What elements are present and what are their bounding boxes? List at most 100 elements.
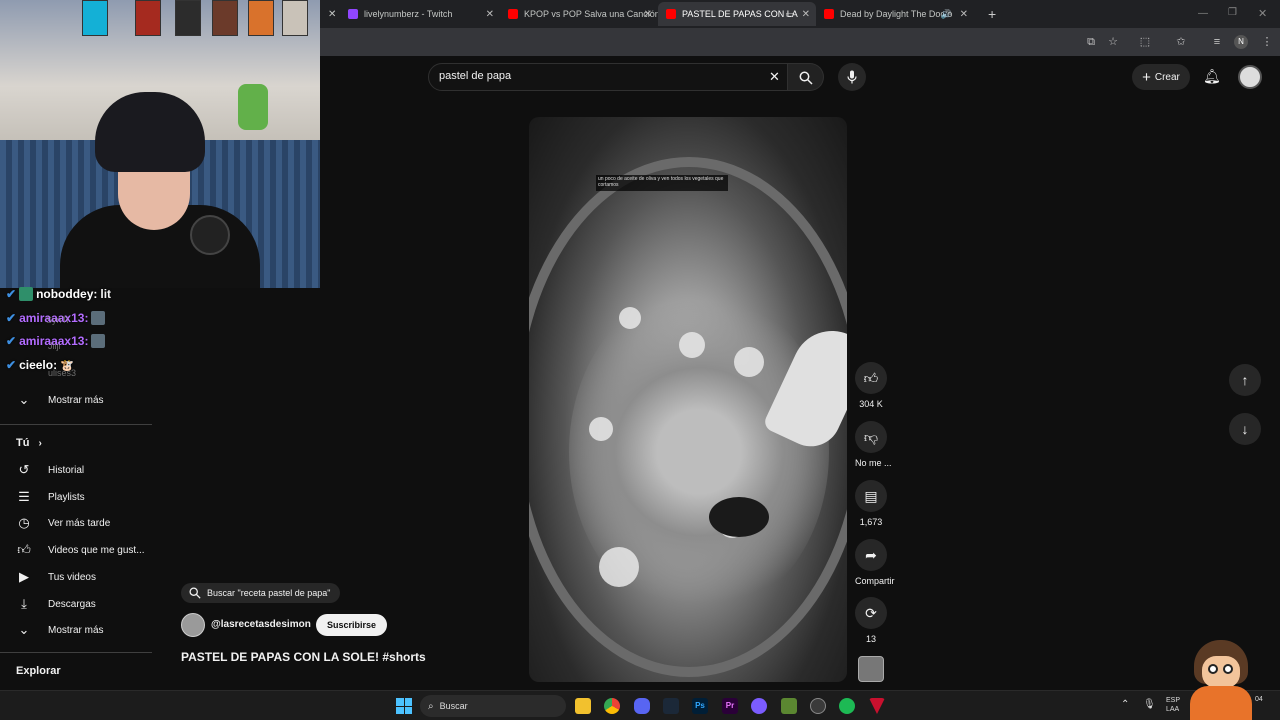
search-button[interactable]: [788, 63, 824, 91]
share-action[interactable]: ➦ Compartir: [855, 539, 895, 586]
minimize-icon[interactable]: —: [1198, 8, 1208, 19]
install-app-icon[interactable]: ⧉: [1084, 35, 1098, 49]
language-code: ESP: [1166, 697, 1181, 704]
share-icon[interactable]: ➦: [855, 539, 887, 571]
taskbar-search[interactable]: ⌕ Buscar: [420, 695, 566, 717]
ghost-sidebar-name: SynTi: [46, 315, 69, 325]
sidebar-item-label: Descargas: [48, 598, 96, 610]
tab-dead-by-daylight[interactable]: Dead by Daylight The Docto 🔊 ✕: [816, 2, 974, 26]
valorant-icon[interactable]: [869, 698, 885, 714]
search-input[interactable]: [439, 70, 759, 82]
sidebar-item-your-videos[interactable]: ▶ Tus videos: [16, 565, 96, 589]
subscribe-button[interactable]: Suscribirse: [316, 614, 388, 636]
sidebar-show-more-subscriptions[interactable]: ⌄ Mostrar más: [16, 388, 104, 412]
like-count: 304 K: [859, 399, 883, 409]
menu-icon[interactable]: ⋮: [1260, 35, 1274, 49]
chevron-up-icon[interactable]: ⌃: [1121, 699, 1129, 710]
clock-icon: ◷: [18, 515, 30, 530]
obs-icon[interactable]: [810, 698, 826, 714]
wall-poster: [175, 0, 201, 36]
remix-action[interactable]: ⟳ 13: [855, 597, 887, 644]
minecraft-icon[interactable]: [781, 698, 797, 714]
bookmark-star-icon[interactable]: ☆: [1106, 35, 1120, 49]
close-icon[interactable]: ✕: [802, 9, 810, 20]
sidebar-show-more-you[interactable]: ⌄ Mostrar más: [16, 618, 104, 642]
close-icon[interactable]: ✕: [644, 9, 652, 20]
tab-twitch[interactable]: livelynumberz - Twitch ✕: [340, 2, 500, 26]
create-button[interactable]: + Crear: [1132, 64, 1190, 90]
chevron-down-icon: ⌄: [18, 392, 30, 407]
sidebar-heading-label: Tú: [16, 437, 30, 449]
sidebar-item-playlists[interactable]: ☰ Playlists: [16, 485, 85, 509]
notifications-bell-icon[interactable]: 🔔︎: [1203, 68, 1221, 85]
steam-icon[interactable]: [663, 698, 679, 714]
discord-icon[interactable]: [634, 698, 650, 714]
profile-avatar[interactable]: N: [1234, 35, 1248, 49]
sound-thumbnail[interactable]: [858, 656, 884, 682]
tab-kpop[interactable]: KPOP vs POP Salva una Canción ✕: [500, 2, 658, 26]
photoshop-icon[interactable]: Ps: [692, 698, 708, 714]
ghost-sidebar-name: Jiiji: [48, 341, 61, 351]
voice-search-button[interactable]: [838, 63, 866, 91]
sidebar-item-watch-later[interactable]: ◷ Ver más tarde: [16, 511, 110, 535]
thumb-up-icon[interactable]: 👍︎: [855, 362, 887, 394]
windows-start-icon[interactable]: [396, 698, 412, 714]
new-tab-button[interactable]: +: [980, 2, 1000, 26]
clear-search-icon[interactable]: ✕: [769, 69, 780, 85]
search-icon: [189, 587, 201, 599]
chevron-right-icon: ›: [38, 438, 42, 449]
tab-close-partial[interactable]: ✕: [320, 2, 340, 26]
app-icon[interactable]: [751, 698, 767, 714]
tab-title: PASTEL DE PAPAS CON LA: [682, 9, 798, 19]
youtube-favicon-icon: [824, 9, 834, 19]
short-video-player[interactable]: [529, 117, 847, 682]
spotify-icon[interactable]: [839, 698, 855, 714]
window-close-icon[interactable]: ✕: [1258, 7, 1267, 20]
extensions-icon[interactable]: ⬚: [1138, 35, 1152, 49]
like-action[interactable]: 👍︎ 304 K: [855, 362, 887, 409]
video-frame-onion: [589, 417, 613, 441]
maximize-icon[interactable]: ❐: [1228, 7, 1237, 18]
mascot-body: [1190, 686, 1252, 720]
sidebar-you-heading[interactable]: Tú ›: [16, 437, 42, 449]
sidebar-item-downloads[interactable]: ⤓ Descargas: [16, 592, 96, 616]
channel-name[interactable]: @lasrecetasdesimon: [211, 619, 311, 630]
remix-icon[interactable]: ⟳: [855, 597, 887, 629]
previous-short-arrow-up-icon[interactable]: ↑: [1229, 364, 1261, 396]
short-title[interactable]: PASTEL DE PAPAS CON LA SOLE! #shorts: [181, 650, 426, 664]
microphone-icon[interactable]: 🎙︎: [1143, 699, 1156, 710]
language-indicator[interactable]: ESP LAA: [1166, 696, 1180, 714]
chrome-icon[interactable]: [604, 698, 620, 714]
sidebar-item-history[interactable]: ↺ Historial: [16, 458, 85, 482]
speaker-icon[interactable]: 🔊: [941, 9, 952, 20]
related-search-chip[interactable]: Buscar "receta pastel de papa": [181, 583, 341, 603]
comment-count: 1,673: [859, 517, 883, 527]
channel-avatar[interactable]: [181, 613, 205, 637]
close-icon[interactable]: ✕: [960, 9, 968, 20]
close-icon[interactable]: ✕: [486, 9, 494, 20]
history-icon: ↺: [18, 462, 30, 477]
file-explorer-icon[interactable]: [575, 698, 591, 714]
dislike-action[interactable]: 👎︎ No me ...: [855, 421, 892, 468]
microphone-icon: [847, 70, 857, 84]
premiere-icon[interactable]: Pr: [722, 698, 738, 714]
emote-icon: [91, 334, 106, 348]
ghost-sidebar-name: ulises3: [48, 368, 77, 378]
sidebar-item-liked-videos[interactable]: 👍︎ Videos que me gust...: [16, 538, 144, 562]
next-short-arrow-down-icon[interactable]: ↓: [1229, 413, 1261, 445]
thumb-down-icon[interactable]: 👎︎: [855, 421, 887, 453]
comments-action[interactable]: ▤ 1,673: [855, 480, 887, 527]
media-control-icon[interactable]: ≡: [1210, 35, 1224, 49]
comment-icon[interactable]: ▤: [855, 480, 887, 512]
search-box[interactable]: ✕: [428, 63, 788, 91]
chat-username: noboddey:: [36, 287, 98, 301]
verified-badge-icon: ✔: [6, 358, 17, 372]
mascot-eye: [1223, 664, 1233, 674]
tab-pastel-de-papas[interactable]: PASTEL DE PAPAS CON LA ▭ ✕: [658, 2, 816, 26]
sidebar-divider: [0, 652, 152, 653]
favorites-icon[interactable]: ✩: [1174, 35, 1188, 49]
mascot-face: [1202, 656, 1240, 688]
account-avatar[interactable]: [1238, 65, 1262, 89]
verified-badge-icon: ✔: [6, 334, 17, 348]
sidebar-item-label: Ver más tarde: [48, 517, 111, 529]
